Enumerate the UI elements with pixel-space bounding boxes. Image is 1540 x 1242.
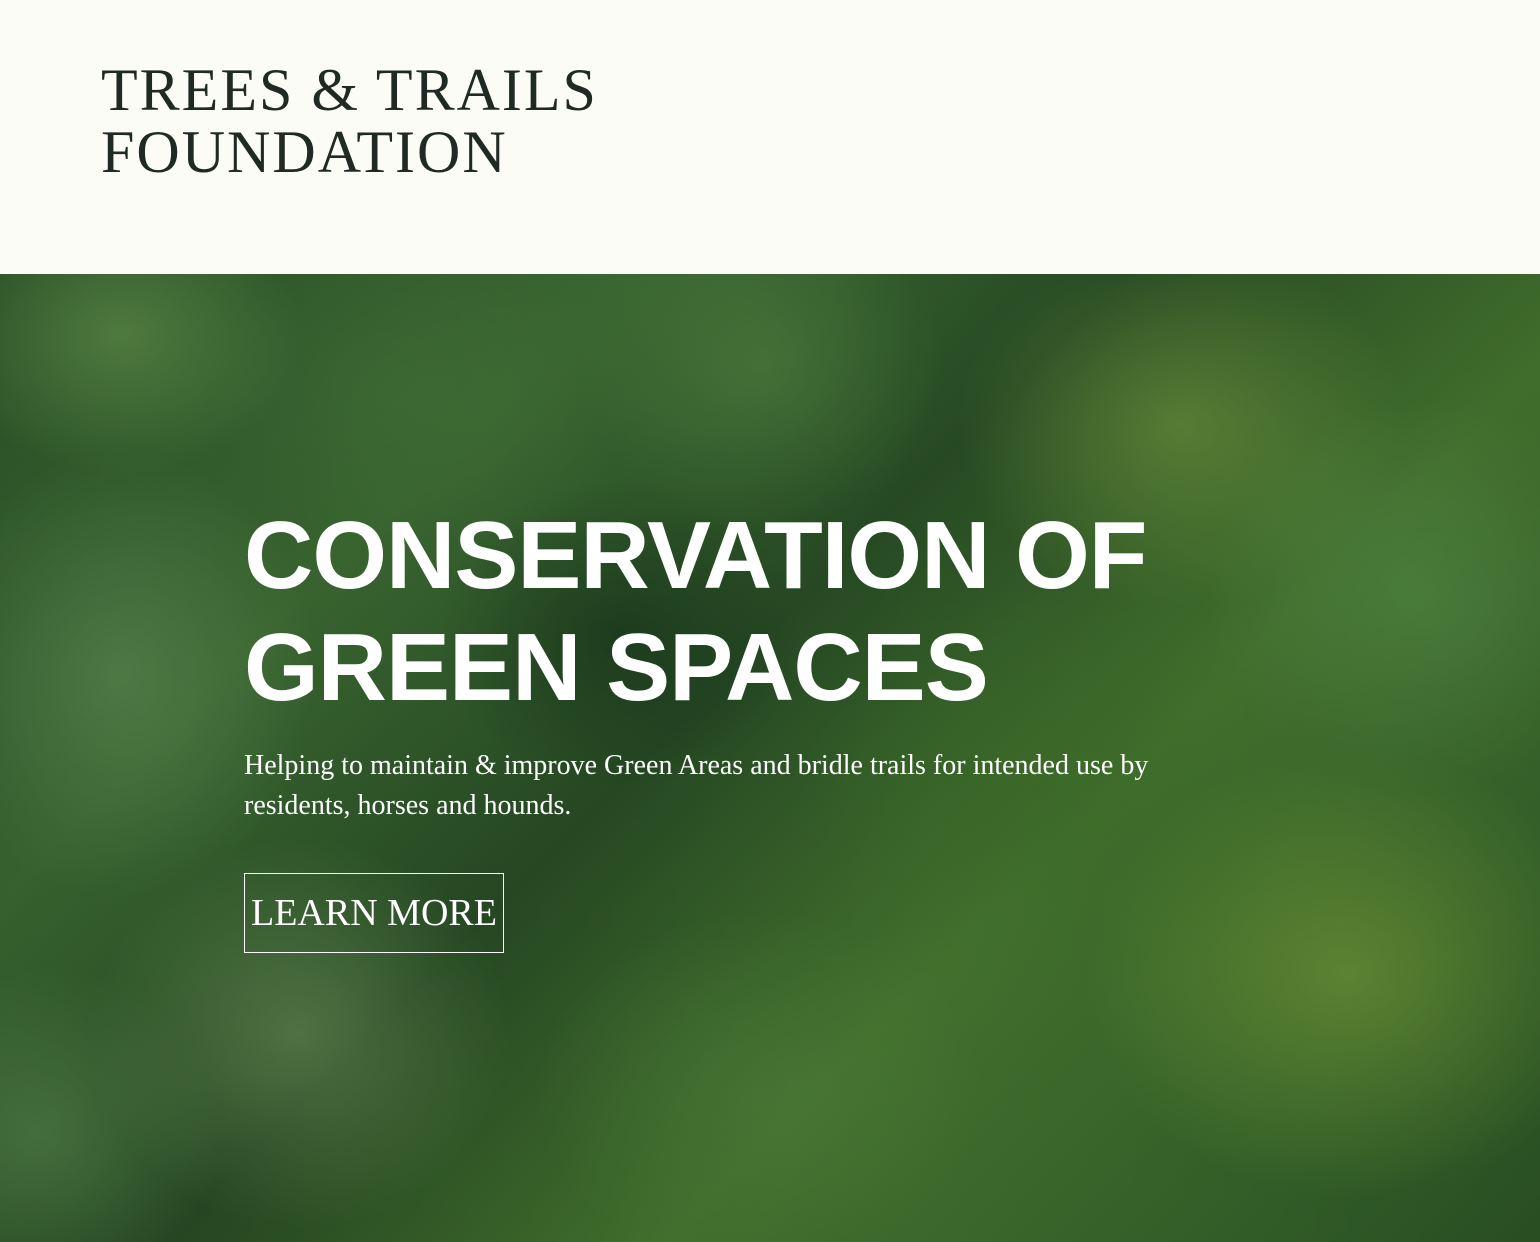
site-logo[interactable]: TREES & TRAILS FOUNDATION [101,60,598,182]
hero-subtitle: Helping to maintain & improve Green Area… [244,750,1149,821]
logo-line-2: FOUNDATION [101,119,508,185]
logo-line-1: TREES & TRAILS [101,57,598,123]
learn-more-button[interactable]: LEARN MORE [244,873,504,953]
hero-content: CONSERVATION OF GREEN SPACES Helping to … [244,500,1504,953]
hero-title: CONSERVATION OF GREEN SPACES [244,502,1147,721]
hero-section: CONSERVATION OF GREEN SPACES Helping to … [0,274,1540,1242]
site-header: TREES & TRAILS FOUNDATION [0,0,1540,274]
